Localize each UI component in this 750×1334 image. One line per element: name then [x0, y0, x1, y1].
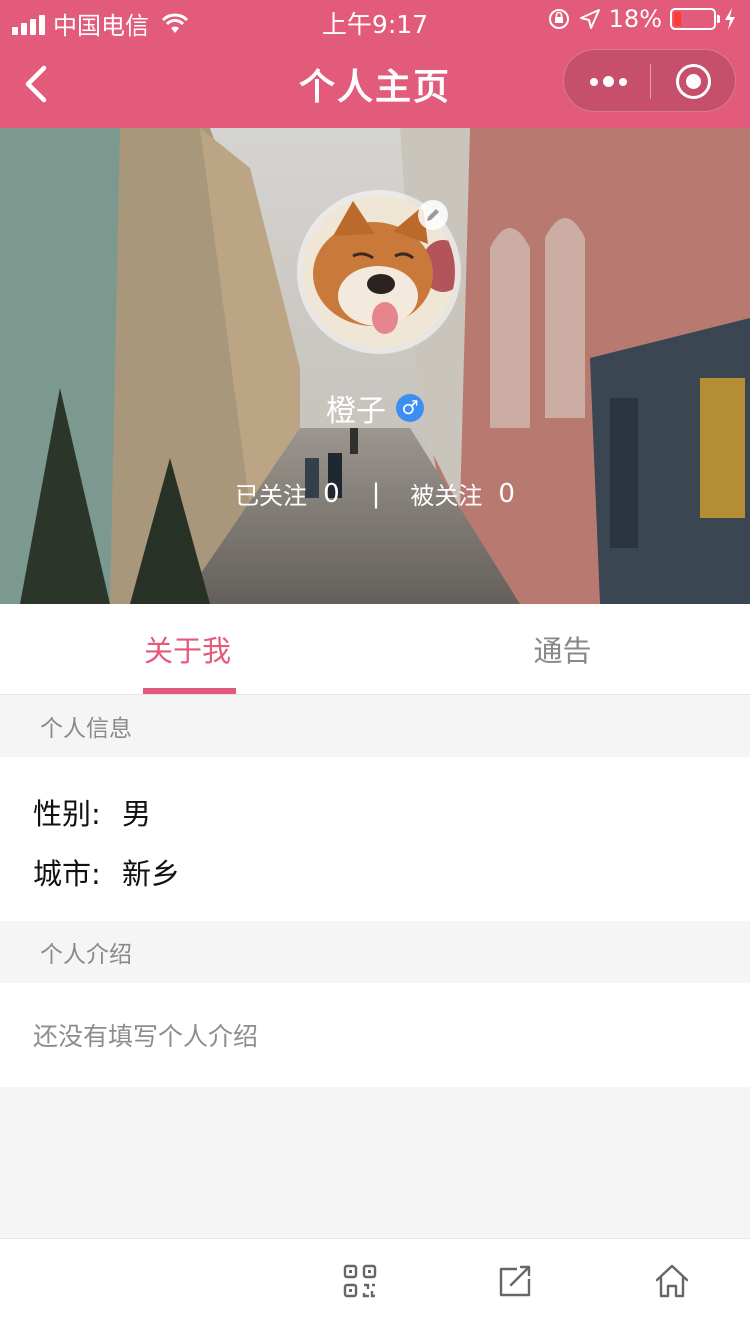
- user-name-row: 橙子 ♂: [0, 386, 750, 430]
- user-name: 橙子: [326, 394, 386, 429]
- gender-label: 性别:: [33, 797, 101, 831]
- introduction-title: 个人介绍: [40, 942, 132, 968]
- home-icon[interactable]: [654, 1263, 690, 1299]
- active-tab-indicator: [143, 688, 236, 694]
- city-label: 城市:: [33, 857, 101, 891]
- battery-percent: 18%: [608, 5, 662, 33]
- location-icon: [579, 9, 600, 29]
- capsule-divider: [650, 64, 651, 99]
- tab-announcements[interactable]: 通告: [375, 604, 750, 694]
- following-count[interactable]: 0: [323, 479, 340, 509]
- following-label[interactable]: 已关注: [235, 476, 307, 511]
- more-dots-icon[interactable]: [584, 50, 632, 113]
- city-value: 新乡: [122, 857, 181, 891]
- bottom-toolbar: [0, 1238, 750, 1334]
- personal-info-header: 个人信息: [0, 695, 750, 757]
- introduction-text: 还没有填写个人介绍: [33, 1022, 259, 1051]
- charging-icon: [725, 8, 735, 30]
- personal-info-card: 性别: 男 城市: 新乡: [0, 757, 750, 921]
- miniprogram-close-icon[interactable]: [676, 64, 711, 99]
- orientation-lock-icon: [548, 9, 569, 29]
- nav-bar: 个人主页: [0, 40, 750, 128]
- followers-label[interactable]: 被关注: [410, 476, 482, 511]
- tab-about-me[interactable]: 关于我: [0, 604, 375, 694]
- share-icon[interactable]: [497, 1263, 533, 1299]
- personal-info-title: 个人信息: [40, 716, 132, 742]
- introduction-card: 还没有填写个人介绍: [0, 983, 750, 1087]
- qr-code-icon[interactable]: [342, 1263, 378, 1299]
- battery-icon: [670, 8, 720, 30]
- profile-cover: 橙子 ♂ 已关注 0 | 被关注 0: [0, 128, 750, 604]
- follow-stats: 已关注 0 | 被关注 0: [0, 476, 750, 511]
- followers-count[interactable]: 0: [498, 479, 515, 509]
- status-right: 18%: [547, 5, 736, 33]
- status-bar: 中国电信 上午9:17 18%: [0, 0, 750, 40]
- city-row: 城市: 新乡: [33, 851, 180, 893]
- gender-value: 男: [122, 797, 152, 831]
- edit-avatar-icon[interactable]: [418, 200, 448, 230]
- introduction-header: 个人介绍: [0, 921, 750, 983]
- profile-tabs: 关于我 通告: [0, 604, 750, 695]
- male-gender-icon: ♂: [396, 394, 424, 422]
- follow-divider: |: [371, 478, 381, 509]
- gender-row: 性别: 男: [33, 791, 151, 833]
- miniprogram-capsule: [563, 49, 736, 112]
